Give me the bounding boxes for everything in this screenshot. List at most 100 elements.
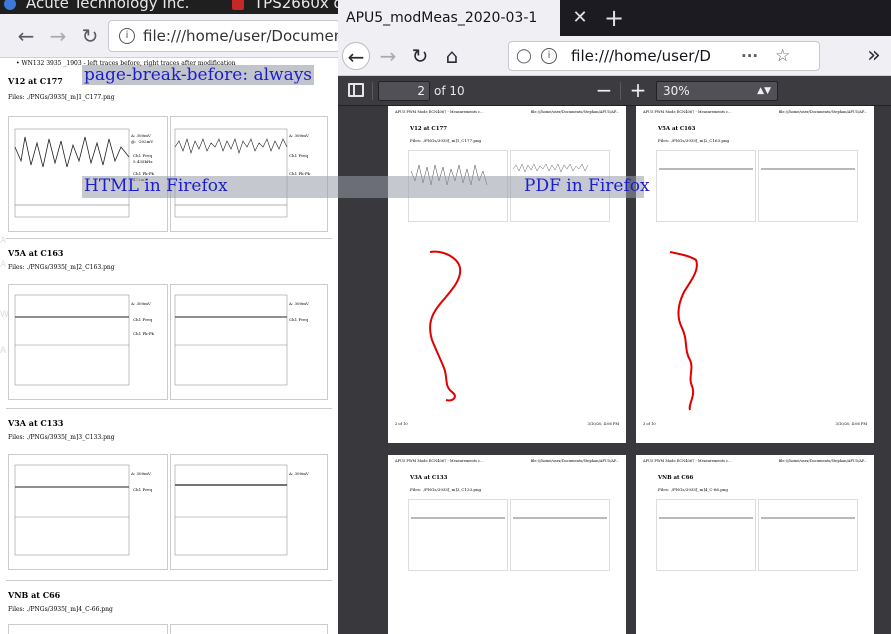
info-icon: i xyxy=(119,28,135,44)
pdf-header-left: APU5 PWM Mode ECN4067 - Measurements c..… xyxy=(643,110,732,114)
svg-text:A: 300mV: A: 300mV xyxy=(288,301,309,306)
ti-logo-icon xyxy=(232,0,244,10)
home-button[interactable]: ⌂ xyxy=(438,42,466,70)
overflow-menu-button[interactable]: » xyxy=(862,42,886,70)
pdf-scope-before xyxy=(656,150,756,222)
section-heading: V5A at C163 xyxy=(8,248,64,258)
left-tab-strip: Acute Technology Inc. TPS2660x d xyxy=(0,0,338,14)
pdf-header-left: APU5 PWM Mode ECN4067 - Measurements c..… xyxy=(395,459,484,463)
pdf-scope-before xyxy=(656,499,756,571)
scope-screenshot-after xyxy=(170,624,328,634)
active-tab-title: APU5_modMeas_2020-03-1 xyxy=(346,10,538,26)
info-icon: i xyxy=(541,48,557,64)
svg-text:Ch1 Freq: Ch1 Freq xyxy=(133,317,153,322)
minus-icon: − xyxy=(595,78,613,102)
section-divider xyxy=(6,408,332,409)
pdf-section-title: VNB at C66 xyxy=(658,475,694,481)
reload-button[interactable]: ↻ xyxy=(406,42,434,70)
scope-screenshot-after: A: 300mV xyxy=(170,454,328,570)
close-icon: ✕ xyxy=(572,7,588,28)
scope-screenshot-before: A: 300mV Ch1 Freq xyxy=(8,454,168,570)
launcher-item[interactable]: A xyxy=(0,346,6,356)
close-tab-button[interactable]: ✕ xyxy=(568,6,592,30)
left-reload-button[interactable]: ↻ xyxy=(78,24,102,48)
section-heading: V12 at C177 xyxy=(8,76,63,86)
redline-annotation xyxy=(429,250,462,402)
svg-text:A: 300mV: A: 300mV xyxy=(288,471,309,476)
new-tab-button[interactable]: + xyxy=(600,4,628,32)
bookmark-star-icon[interactable]: ☆ xyxy=(775,42,797,70)
pdf-footer-left: 3 of 10 xyxy=(643,422,656,426)
zoom-in-button[interactable]: + xyxy=(628,78,648,102)
scope-trace: A: 300mV xyxy=(174,464,309,556)
back-arrow-icon: ← xyxy=(347,45,365,69)
left-nav-bar: ← → ↻ i file:///home/user/Documents xyxy=(0,14,338,58)
back-arrow-icon: ← xyxy=(17,24,35,48)
zoom-out-button[interactable]: − xyxy=(594,78,614,102)
left-url-bar[interactable]: i file:///home/user/Documents xyxy=(108,20,338,52)
page-count: of 10 xyxy=(434,84,465,98)
launcher-item[interactable]: A xyxy=(0,260,6,270)
svg-text:Ch1 Freq: Ch1 Freq xyxy=(133,487,153,492)
sidebar-toggle-icon[interactable] xyxy=(348,83,364,97)
forward-arrow-icon: → xyxy=(49,24,67,48)
scope-screenshot-after: A: 300mV Ch1 Freq xyxy=(170,284,328,400)
svg-text:@: -202mV: @: -202mV xyxy=(131,139,153,144)
pdf-page: APU5 PWM Mode ECN4067 - Measurements c..… xyxy=(388,455,626,634)
section-heading: VNB at C66 xyxy=(8,590,61,600)
section-files: Files: ./PNGs/3935[_m]1_C177.png xyxy=(8,94,115,101)
scope-trace: A: 300mV Ch1 Freq xyxy=(14,464,153,556)
section-files: Files: ./PNGs/3935[_m]3_C133.png xyxy=(8,434,115,441)
pdf-header-right: file:///home/user/Documents/Stephan/APU5… xyxy=(530,110,619,114)
pdf-header-right: file:///home/user/Documents/Stephan/APU5… xyxy=(778,110,867,114)
pdf-header-right: file:///home/user/Documents/Stephan/APU5… xyxy=(530,459,619,463)
section-files: Files: ./PNGs/3935[_m]2_C163.png xyxy=(8,264,115,271)
globe-icon xyxy=(4,0,16,10)
page-number-input[interactable]: 2 xyxy=(378,81,430,101)
svg-text:Ch1 Freq: Ch1 Freq xyxy=(133,153,153,158)
launcher-item[interactable]: A xyxy=(0,236,6,246)
scope-screenshot-after: A: 300mV Ch1 Freq Ch1 Pk-Pk xyxy=(170,116,328,232)
left-tab-tps[interactable]: TPS2660x d xyxy=(232,0,338,14)
active-tab[interactable]: APU5_modMeas_2020-03-1 xyxy=(338,0,560,36)
zoom-select[interactable]: 30% ▲▼ xyxy=(656,81,778,101)
pdf-header-right: file:///home/user/Documents/Stephan/APU5… xyxy=(778,459,867,463)
left-url-text: file:///home/user/Documents xyxy=(143,27,338,45)
section-divider xyxy=(6,238,332,239)
pdf-section-files: Files: ./PNGs/3935[_m]2_C163.png xyxy=(658,138,730,143)
html-in-firefox-label: HTML in Firefox xyxy=(84,176,228,196)
pdf-footer-right: 3/10/20, 4:06 PM xyxy=(587,422,619,426)
chevron-double-right-icon: » xyxy=(867,43,881,68)
redline-annotation xyxy=(669,251,698,411)
pdf-scope-after xyxy=(758,150,858,222)
updown-chevron-icon: ▲▼ xyxy=(757,86,771,96)
right-tab-strip: APU5_modMeas_2020-03-1 ✕ + xyxy=(338,0,891,36)
pdf-footer-right: 3/10/20, 4:06 PM xyxy=(835,422,867,426)
forward-button[interactable]: → xyxy=(374,42,402,70)
plus-icon: + xyxy=(603,4,625,32)
svg-text:A: 300mV: A: 300mV xyxy=(130,133,151,138)
pdf-toolbar: 2 of 10 − + 30% ▲▼ xyxy=(338,76,891,106)
pdf-footer-left: 2 of 10 xyxy=(395,422,408,426)
scope-screenshot-before xyxy=(8,624,168,634)
forward-arrow-icon: → xyxy=(379,44,397,68)
scope-screenshot-before: A: 300mV @: -202mV Ch1 Freq 5.435kHz Ch1… xyxy=(8,116,168,232)
left-forward-button[interactable]: → xyxy=(46,24,70,48)
page-actions-icon[interactable]: ··· xyxy=(741,42,765,70)
pdf-section-title: V5A at C163 xyxy=(658,126,696,132)
launcher-item[interactable]: W xyxy=(0,310,9,320)
left-tab-acute[interactable]: Acute Technology Inc. xyxy=(4,0,189,14)
pdf-section-title: V3A at C133 xyxy=(410,475,448,481)
pdf-scope-before xyxy=(408,499,508,571)
url-bar[interactable]: ◯ i file:///home/user/Do ··· ☆ xyxy=(508,41,820,71)
svg-text:A: 300mV: A: 300mV xyxy=(288,133,309,138)
left-back-button[interactable]: ← xyxy=(14,24,38,48)
toolbar-divider xyxy=(372,82,373,100)
back-button[interactable]: ← xyxy=(342,42,370,70)
svg-text:Ch1 Freq: Ch1 Freq xyxy=(289,153,309,158)
pdf-page: APU5 PWM Mode ECN4067 - Measurements c..… xyxy=(636,455,874,634)
pdf-page: APU5 PWM Mode ECN4067 - Measurements c..… xyxy=(388,106,626,443)
pdf-section-files: Files: ./PNGs/3935[_m]3_C133.png xyxy=(410,487,482,492)
reload-icon: ↻ xyxy=(81,24,99,48)
svg-text:Ch1 Freq: Ch1 Freq xyxy=(289,317,309,322)
